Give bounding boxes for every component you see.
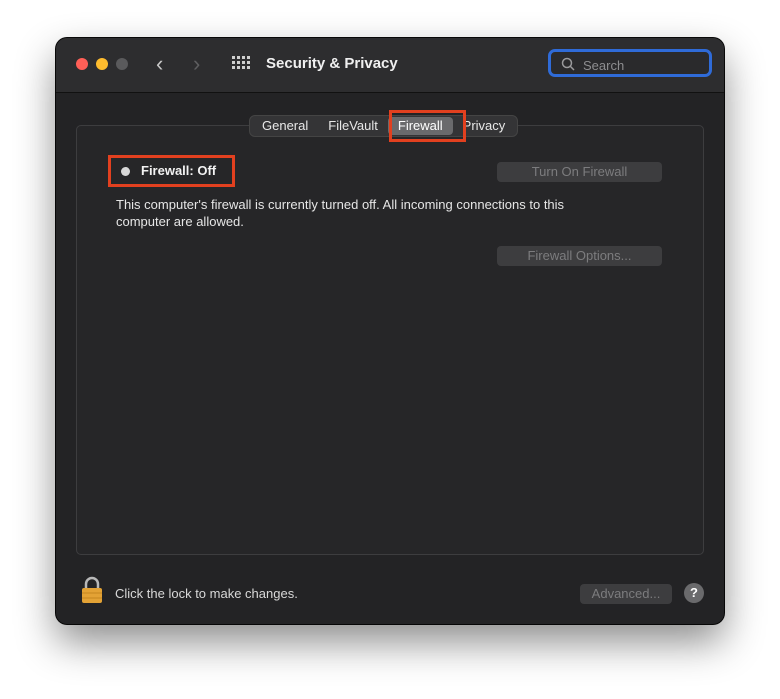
zoom-window-button[interactable] — [116, 58, 128, 70]
search-field[interactable] — [548, 49, 712, 77]
minimize-window-button[interactable] — [96, 58, 108, 70]
forward-chevron-icon[interactable]: › — [193, 52, 200, 76]
back-chevron-icon[interactable]: ‹ — [156, 52, 163, 76]
firewall-status-highlight — [108, 155, 235, 187]
advanced-button[interactable]: Advanced... — [580, 584, 672, 604]
show-all-grid-icon[interactable] — [232, 56, 250, 70]
firewall-panel — [76, 125, 704, 555]
search-icon — [561, 57, 575, 71]
tab-filevault[interactable]: FileVault — [318, 117, 388, 135]
firewall-description: This computer's firewall is currently tu… — [116, 197, 565, 229]
firewall-options-button[interactable]: Firewall Options... — [497, 246, 662, 266]
lock-icon[interactable] — [80, 576, 104, 604]
lock-instruction-text: Click the lock to make changes. — [115, 586, 298, 601]
turn-on-firewall-button[interactable]: Turn On Firewall — [497, 162, 662, 182]
window-title: Security & Privacy — [266, 55, 398, 72]
tab-general[interactable]: General — [252, 117, 318, 135]
search-input[interactable] — [581, 54, 705, 76]
tab-bar: General FileVault Firewall Privacy — [249, 115, 519, 137]
close-window-button[interactable] — [76, 58, 88, 70]
security-privacy-window: ‹ › Security & Privacy General FileVault… — [56, 38, 724, 624]
help-button[interactable]: ? — [684, 583, 704, 603]
title-bar: ‹ › Security & Privacy — [56, 38, 724, 93]
firewall-tab-highlight — [389, 110, 466, 142]
